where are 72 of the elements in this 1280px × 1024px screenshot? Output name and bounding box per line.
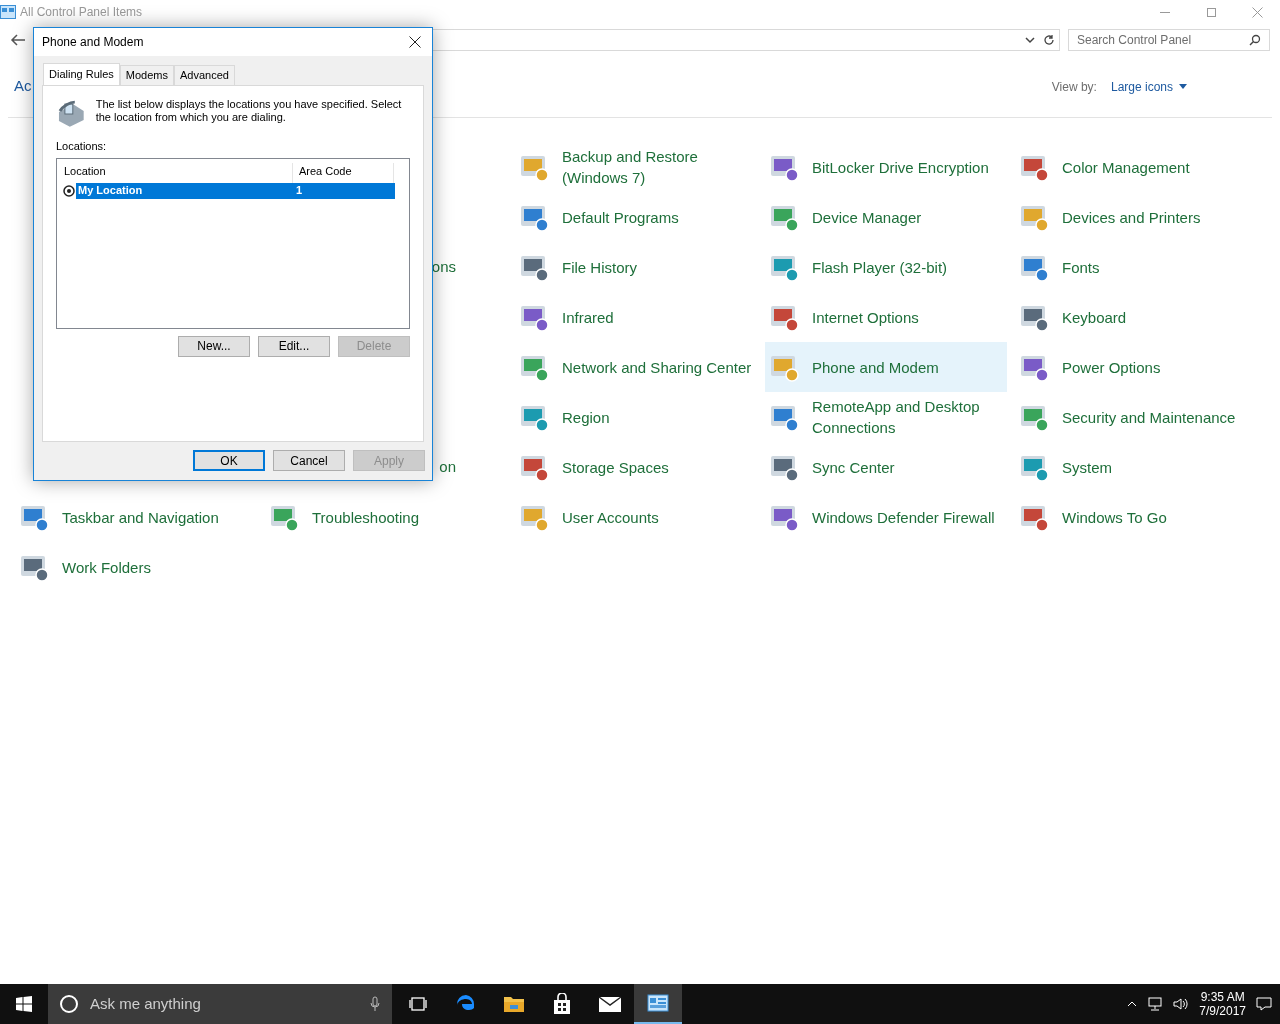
control-panel-icon <box>647 994 669 1012</box>
speaker-icon[interactable] <box>1173 997 1190 1011</box>
view-by-label: View by: <box>1051 78 1097 96</box>
control-panel-item[interactable]: Taskbar and Navigation <box>15 492 257 542</box>
notification-icon[interactable] <box>1256 996 1272 1012</box>
control-panel-item[interactable]: Devices and Printers <box>1015 192 1257 242</box>
taskbar-search-field[interactable]: Ask me anything <box>48 984 392 1024</box>
windows-logo-icon <box>16 996 32 1012</box>
dialog-tab[interactable]: Advanced <box>174 65 235 85</box>
clock-date[interactable]: 7/9/2017 <box>1199 1004 1246 1018</box>
control-panel-item[interactable]: Default Programs <box>515 192 757 242</box>
dialog-description: The list below displays the locations you have specified. Select the location from which you are dialing. <box>95 98 403 125</box>
folder-icon <box>503 994 525 1014</box>
control-panel-item[interactable]: Region <box>515 392 757 442</box>
close-icon <box>1251 6 1263 18</box>
dialog-title: Phone and Modem <box>42 34 144 51</box>
control-panel-item[interactable]: Work Folders <box>15 542 257 592</box>
control-panel-item[interactable]: Device Manager <box>765 192 1007 242</box>
column-header[interactable]: Area Code <box>293 162 394 183</box>
control-panel-item[interactable]: Power Options <box>1015 342 1257 392</box>
search-field[interactable]: Search Control Panel <box>1068 29 1270 51</box>
control-panel-item[interactable]: RemoteApp and Desktop Connections <box>765 392 1007 442</box>
control-panel-item[interactable]: Security and Maintenance <box>1015 392 1257 442</box>
control-panel-item[interactable]: System <box>1015 442 1257 492</box>
control-panel-item[interactable]: Windows Defender Firewall <box>765 492 1007 542</box>
window-title: All Control Panel Items <box>20 4 143 21</box>
control-panel-item[interactable]: Storage Spaces <box>515 442 757 492</box>
control-panel-item[interactable]: Troubleshooting <box>265 492 507 542</box>
control-panel-item[interactable]: Fonts <box>1015 242 1257 292</box>
dialog-button[interactable]: OK <box>193 450 265 471</box>
control-panel-item[interactable]: Phone and Modem <box>765 342 1007 392</box>
dialog-tab[interactable]: Dialing Rules <box>43 63 120 85</box>
dialog-button[interactable]: New... <box>178 335 250 357</box>
current-location-icon <box>62 183 76 198</box>
search-icon <box>1249 34 1261 46</box>
control-panel-item-label[interactable]: ons <box>431 255 456 279</box>
control-panel-item[interactable]: User Accounts <box>515 492 757 542</box>
control-panel-item[interactable]: Windows To Go <box>1015 492 1257 542</box>
network-icon[interactable] <box>1147 997 1164 1011</box>
control-panel-item[interactable]: Network and Sharing Center <box>515 342 757 392</box>
dialog-button[interactable]: Cancel <box>273 450 345 471</box>
control-panel-item[interactable]: Sync Center <box>765 442 1007 492</box>
control-panel-item[interactable]: Internet Options <box>765 292 1007 342</box>
chevron-up-icon[interactable] <box>1127 1001 1138 1007</box>
control-panel-item[interactable]: Keyboard <box>1015 292 1257 342</box>
locations-label: Locations: <box>56 139 107 154</box>
microphone-icon <box>370 996 380 1012</box>
taskbar-app[interactable] <box>634 984 682 1024</box>
control-panel-item[interactable]: Backup and Restore (Windows 7) <box>515 142 757 192</box>
back-arrow-icon[interactable] <box>10 33 26 47</box>
envelope-icon <box>598 995 622 1013</box>
location-row[interactable]: My Location 1 <box>76 182 395 199</box>
control-panel-item[interactable]: Color Management <box>1015 142 1257 192</box>
control-panel-item[interactable]: BitLocker Drive Encryption <box>765 142 1007 192</box>
view-by-dropdown[interactable]: Large icons <box>1110 77 1187 96</box>
column-header[interactable]: Location <box>62 162 293 183</box>
page-heading: Ac <box>14 76 32 97</box>
caret-icon <box>1179 84 1187 89</box>
shopping-bag-icon <box>552 993 572 1015</box>
control-panel-item[interactable]: Flash Player (32-bit) <box>765 242 1007 292</box>
control-panel-item[interactable]: Infrared <box>515 292 757 342</box>
task-view-icon <box>409 996 427 1012</box>
clock-time[interactable]: 9:35 AM <box>1200 990 1245 1004</box>
refresh-icon[interactable] <box>1043 34 1055 46</box>
control-panel-item-label[interactable]: on <box>439 455 456 479</box>
locations-list[interactable]: Location Area Code My Location 1 <box>56 157 410 329</box>
control-panel-item[interactable]: File History <box>515 242 757 292</box>
control-panel-icon <box>0 5 16 19</box>
dialog-button[interactable]: Edit... <box>258 335 330 357</box>
dialog-tab[interactable]: Modems <box>119 65 174 85</box>
close-icon <box>409 36 421 48</box>
chevron-down-icon[interactable] <box>1025 36 1035 44</box>
